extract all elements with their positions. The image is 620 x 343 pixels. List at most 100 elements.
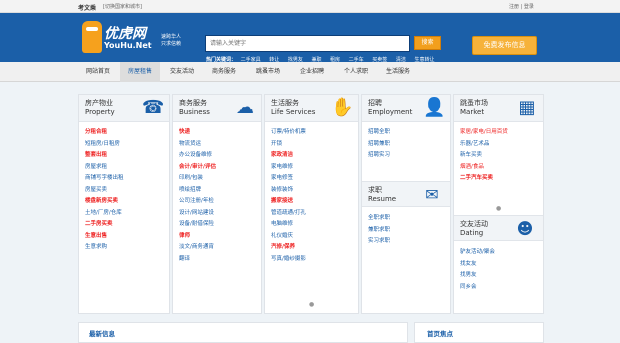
switch-city-link[interactable]: [切换国家和城市] <box>103 3 142 10</box>
site-logo[interactable]: 优虎网 YouHu.Net <box>82 19 154 57</box>
business-title: 商务服务 <box>179 99 207 107</box>
resume-list: 全职求职 兼职求职 实习求职 <box>368 213 390 248</box>
list-item[interactable]: 礼仪婚庆 <box>271 231 306 243</box>
list-item[interactable]: 汽修/保养 <box>271 242 306 254</box>
list-item[interactable]: 快递 <box>179 127 216 139</box>
nav-resume[interactable]: 个人求职 <box>336 62 376 82</box>
employment-title-en: Employment <box>368 108 413 116</box>
list-item[interactable]: 招聘实习 <box>368 150 390 162</box>
list-item[interactable]: 招聘兼职 <box>368 139 390 151</box>
nav-business[interactable]: 商务服务 <box>204 62 244 82</box>
list-item[interactable]: 二手房买卖 <box>85 219 124 231</box>
list-item[interactable]: 房屋求租 <box>85 162 124 174</box>
logo-cn: 优虎网 <box>104 26 146 42</box>
list-item[interactable]: 二手汽车买卖 <box>460 173 508 185</box>
list-item[interactable]: 房屋买卖 <box>85 185 124 197</box>
search-box <box>205 35 410 52</box>
header: 优虎网 YouHu.Net 速跨华人 只求信赖 搜索 热门关键词： 二手家具 转… <box>0 13 620 63</box>
nav-jobs[interactable]: 企业招聘 <box>292 62 332 82</box>
list-item[interactable]: 装修装饰 <box>271 185 306 197</box>
main-nav: 网站首页 房屋租售 交友活动 商务服务 跳蚤市场 企业招聘 个人求职 生活服务 <box>0 62 620 82</box>
list-item[interactable]: 生意出售 <box>85 231 124 243</box>
list-item[interactable]: 家居/家电/日用百货 <box>460 127 508 139</box>
list-item[interactable]: 订票/特价机票 <box>271 127 306 139</box>
list-item[interactable]: 淡文/商务通宵 <box>179 242 216 254</box>
nav-life[interactable]: 生活服务 <box>378 62 418 82</box>
person-icon: 👤 <box>423 97 446 118</box>
resume-title: 求职 <box>368 186 382 194</box>
list-item[interactable]: 商铺写字楼出租 <box>85 173 124 185</box>
list-item[interactable]: 搬家接送 <box>271 196 306 208</box>
slogan: 速跨华人 只求信赖 <box>161 34 181 48</box>
list-item[interactable]: 分租合租 <box>85 127 124 139</box>
mail-icon: ✉ <box>425 185 439 204</box>
list-item[interactable]: 设计/网站建设 <box>179 208 216 220</box>
list-item[interactable]: 设备/耐借保险 <box>179 219 216 231</box>
property-column: 房产物业 Property ☎ 分租合租 短租房/日租房 整套出租 房屋求租 商… <box>78 94 170 314</box>
property-title-en: Property <box>85 108 115 116</box>
list-item[interactable]: 找女友 <box>460 259 495 271</box>
focus-panel: 首页焦点 <box>414 322 544 343</box>
market-column: 跳蚤市场 Market ▦ 家居/家电/日用百货 乐器/艺术品 新车买卖 烟酒/… <box>453 94 544 314</box>
search-button[interactable]: 搜索 <box>414 36 441 50</box>
pager-dot[interactable]: ● <box>309 301 314 308</box>
list-item[interactable]: 公司注册/年检 <box>179 196 216 208</box>
cloud-icon: ☁ <box>236 97 254 118</box>
list-item[interactable]: 楼盘新房买卖 <box>85 196 124 208</box>
list-item[interactable]: 新车买卖 <box>460 150 508 162</box>
pager-dot[interactable]: ● <box>496 205 501 212</box>
list-item[interactable]: 实习求职 <box>368 236 390 248</box>
list-item[interactable]: 烟酒/食品 <box>460 162 508 174</box>
list-item[interactable]: 家电修签 <box>271 173 306 185</box>
life-title: 生活服务 <box>271 99 299 107</box>
list-item[interactable]: 找男友 <box>460 270 495 282</box>
tiger-logo-icon <box>82 21 102 53</box>
nav-property[interactable]: 房屋租售 <box>120 62 160 82</box>
employment-list: 招聘全职 招聘兼职 招聘实习 <box>368 127 390 162</box>
list-item[interactable]: 家电维修 <box>271 162 306 174</box>
resume-title-en: Resume <box>368 195 397 203</box>
list-item[interactable]: 土地/厂房/仓库 <box>85 208 124 220</box>
list-item[interactable]: 律师 <box>179 231 216 243</box>
list-item[interactable]: 整套出租 <box>85 150 124 162</box>
login-register-link[interactable]: 注册 | 登录 <box>509 3 534 10</box>
list-item[interactable]: 招聘全职 <box>368 127 390 139</box>
nav-dating[interactable]: 交友活动 <box>162 62 202 82</box>
dating-list: 驴友活动/聚会 找女友 找男友 同乡会 <box>460 247 495 293</box>
focus-title: 首页焦点 <box>427 330 453 338</box>
list-item[interactable]: 喷绘招牌 <box>179 185 216 197</box>
list-item[interactable]: 兼职求职 <box>368 225 390 237</box>
list-item[interactable]: 物流货运 <box>179 139 216 151</box>
latest-info-panel: 最新信息 <box>78 322 408 343</box>
search-input[interactable] <box>206 36 396 51</box>
nav-market[interactable]: 跳蚤市场 <box>248 62 288 82</box>
dating-header: 交友活动 Dating ☻ <box>454 215 543 241</box>
list-item[interactable]: 会计/审计/评估 <box>179 162 216 174</box>
property-title: 房产物业 <box>85 99 113 107</box>
list-item[interactable]: 印刷/包装 <box>179 173 216 185</box>
list-item[interactable]: 开锁 <box>271 139 306 151</box>
nav-home[interactable]: 网站首页 <box>78 62 118 82</box>
dating-title-en: Dating <box>460 229 484 237</box>
property-header: 房产物业 Property ☎ <box>79 95 169 122</box>
list-item[interactable]: 乐器/艺术品 <box>460 139 508 151</box>
list-item[interactable]: 翻译 <box>179 254 216 266</box>
hand-icon: ✋ <box>331 97 354 118</box>
life-title-en: Life Services <box>271 108 316 116</box>
list-item[interactable]: 电脑维修 <box>271 219 306 231</box>
list-item[interactable]: 管道疏通/打孔 <box>271 208 306 220</box>
list-item[interactable]: 全职求职 <box>368 213 390 225</box>
post-free-button[interactable]: 免费发布信息 <box>472 36 537 55</box>
life-list: 订票/特价机票 开锁 家政清洁 家电维修 家电修签 装修装饰 搬家接送 管道疏通… <box>271 127 306 265</box>
list-item[interactable]: 同乡会 <box>460 282 495 294</box>
list-item[interactable]: 生意求购 <box>85 242 124 254</box>
list-item[interactable]: 办公设备维修 <box>179 150 216 162</box>
employment-column: 招聘 Employment 👤 招聘全职 招聘兼职 招聘实习 求职 Resume… <box>361 94 451 314</box>
list-item[interactable]: 家政清洁 <box>271 150 306 162</box>
slogan-line-1: 速跨华人 <box>161 34 182 40</box>
employment-header: 招聘 Employment 👤 <box>362 95 450 122</box>
list-item[interactable]: 短租房/日租房 <box>85 139 124 151</box>
list-item[interactable]: 驴友活动/聚会 <box>460 247 495 259</box>
life-header: 生活服务 Life Services ✋ <box>265 95 358 122</box>
list-item[interactable]: 写真/婚纱摄影 <box>271 254 306 266</box>
